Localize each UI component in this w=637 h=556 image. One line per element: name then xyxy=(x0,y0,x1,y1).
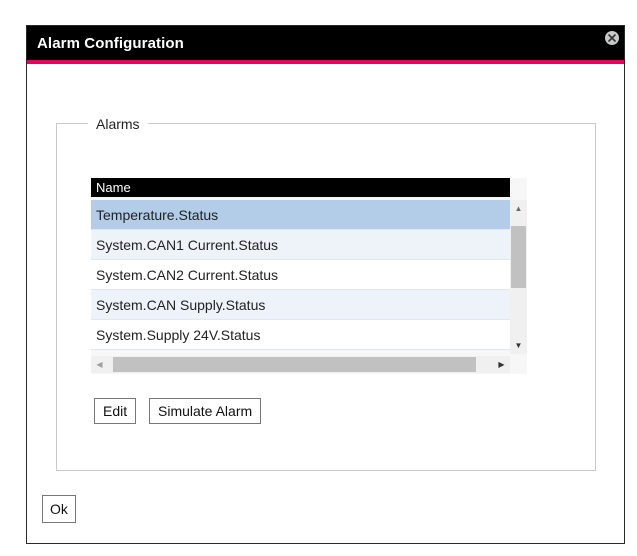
table-row[interactable]: System.CAN1 Current.Status xyxy=(91,230,510,260)
table-row[interactable]: Temperature.Status xyxy=(91,200,510,230)
close-icon[interactable] xyxy=(605,31,619,45)
scroll-right-icon[interactable]: ▶ xyxy=(493,356,510,373)
vertical-scroll-thumb[interactable] xyxy=(511,226,526,288)
scroll-up-icon[interactable]: ▲ xyxy=(510,200,527,217)
table-row[interactable]: System.Supply 24V.Status xyxy=(91,320,510,350)
dialog-title: Alarm Configuration xyxy=(37,35,184,52)
edit-button[interactable]: Edit xyxy=(94,398,137,424)
alarms-grid: Name Temperature.Status System.CAN1 Curr… xyxy=(91,178,527,374)
column-header-name[interactable]: Name xyxy=(91,178,510,197)
alarms-grid-rows: Temperature.Status System.CAN1 Current.S… xyxy=(91,200,510,350)
horizontal-scrollbar[interactable]: ◀ ▶ xyxy=(91,356,510,373)
ok-button[interactable]: Ok xyxy=(42,495,76,523)
table-row[interactable]: System.CAN Supply.Status xyxy=(91,290,510,320)
table-row[interactable]: System.CAN2 Current.Status xyxy=(91,260,510,290)
simulate-alarm-button[interactable]: Simulate Alarm xyxy=(149,398,262,424)
scroll-left-icon[interactable]: ◀ xyxy=(91,356,108,373)
scroll-down-icon[interactable]: ▼ xyxy=(510,337,527,354)
vertical-scrollbar[interactable]: ▲ ▼ xyxy=(510,200,527,354)
alarms-group-legend: Alarms xyxy=(88,116,148,132)
scrollbar-corner xyxy=(510,356,527,373)
dialog-titlebar[interactable]: Alarm Configuration xyxy=(27,26,624,64)
horizontal-scroll-thumb[interactable] xyxy=(113,357,476,372)
